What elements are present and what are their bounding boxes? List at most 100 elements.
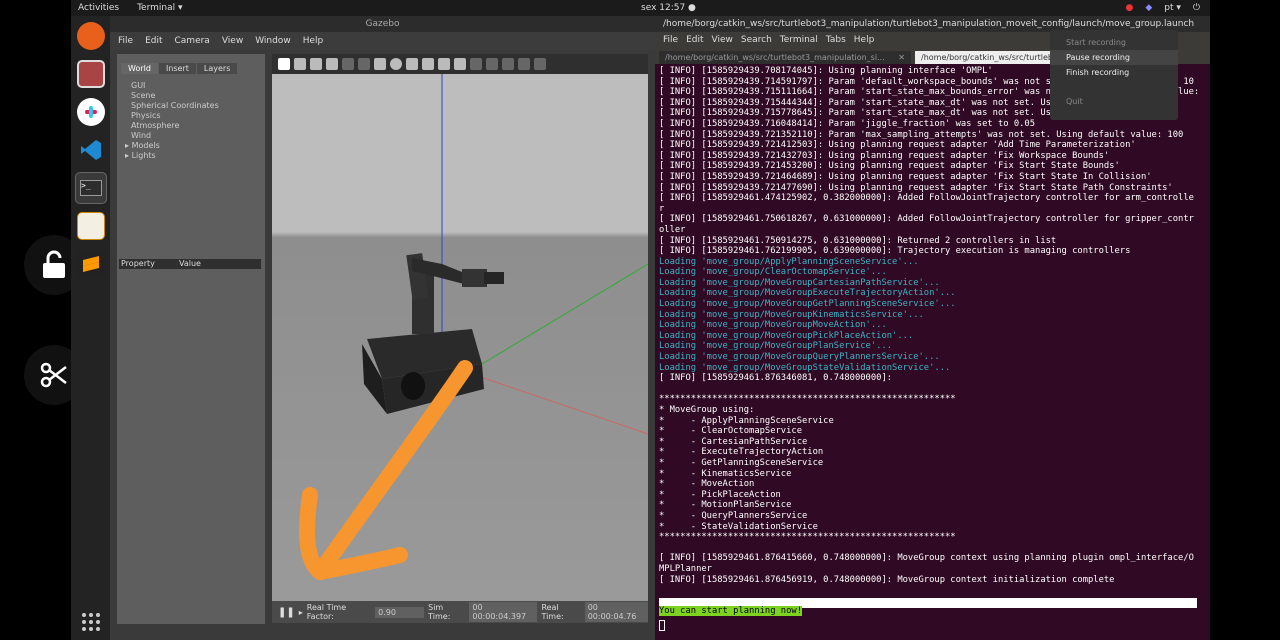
value-column: Value [179,259,201,268]
dock: >_ [71,16,110,640]
close-tab-icon[interactable]: ✕ [898,53,905,62]
term-menu-tabs[interactable]: Tabs [826,35,846,45]
terminal-line: Loading 'move_group/MoveGroupStateValida… [659,362,951,373]
terminal-line: [ INFO] [1585929461.876415660, 0.7480000… [659,553,1194,564]
tab-insert[interactable]: Insert [158,63,196,74]
terminal-line: * - PickPlaceAction [659,489,781,500]
sim-time-label: Sim Time: [428,603,451,621]
app-menu[interactable]: Terminal ▾ [137,3,182,13]
tab-layers[interactable]: Layers [196,63,238,74]
term-menu-file[interactable]: File [663,35,678,45]
point-light-icon[interactable] [422,58,434,70]
screenshot-icon[interactable] [534,58,546,70]
copy-icon[interactable] [470,58,482,70]
terminal-line: * - ExecuteTrajectoryAction [659,447,824,458]
sim-time-value: 00 00:00:04.397 [469,602,538,622]
paste-icon[interactable] [486,58,498,70]
terminal-line: * MoveGroup using: [659,405,755,415]
terminal-line: [ INFO] [1585929439.721352110]: Param 'm… [659,129,1184,140]
align-icon[interactable] [502,58,514,70]
tree-item-scene[interactable]: Scene [131,91,265,101]
real-time-value: 00 00:00:04.76 [584,602,648,622]
recording-menu: Start recording Pause recording Finish r… [1050,30,1178,120]
gz-menu-view[interactable]: View [222,36,243,46]
gz-menu-camera[interactable]: Camera [175,36,210,46]
vscode-icon[interactable] [77,136,105,164]
terminal-line: * - CartesianPathService [659,436,808,447]
directional-light-icon[interactable] [454,58,466,70]
text-editor-icon[interactable] [77,212,105,240]
gz-menu-edit[interactable]: Edit [145,36,162,46]
terminal-line: [ INFO] [1585929461.876346081, 0.7480000… [659,373,893,384]
tree-item-lights[interactable]: ▸ Lights [125,151,265,161]
terminal-line: [ INFO] [1585929439.721477690]: Using pl… [659,182,1173,193]
system-top-bar: Activities Terminal ▾ sex 12:57 ● ● ◆ pt… [71,0,1210,16]
sphere-shape-icon[interactable] [390,58,402,70]
rotate-mode-icon[interactable] [310,58,322,70]
activities-button[interactable]: Activities [78,3,119,13]
gz-menu-file[interactable]: File [118,36,133,46]
term-menu-edit[interactable]: Edit [686,35,703,45]
scale-mode-icon[interactable] [326,58,338,70]
box-shape-icon[interactable] [374,58,386,70]
gz-menu-help[interactable]: Help [303,36,324,46]
pause-recording-item[interactable]: Pause recording [1050,50,1178,65]
terminal-line: * - GetPlanningSceneService [659,457,824,468]
redo-icon[interactable] [358,58,370,70]
terminal-line: [ INFO] [1585929439.721412503]: Using pl… [659,140,1136,151]
language-indicator[interactable]: pt ▾ [1164,3,1181,13]
tab-world[interactable]: World [121,63,158,74]
terminal-tab-1[interactable]: /home/borg/catkin_ws/src/turtlebot3_mani… [659,51,911,64]
undo-icon[interactable] [342,58,354,70]
gazebo-title: Gazebo [110,16,655,32]
tree-item-spherical-coordinates[interactable]: Spherical Coordinates [131,101,265,111]
term-menu-help[interactable]: Help [854,35,875,45]
term-menu-terminal[interactable]: Terminal [780,35,818,45]
term-menu-view[interactable]: View [712,35,733,45]
terminal-line: [ INFO] [1585929439.721464689]: Using pl… [659,171,1152,182]
annotation-arrow-icon [299,360,473,580]
finish-recording-item[interactable]: Finish recording [1050,65,1178,80]
terminal-line: Loading 'move_group/ApplyPlanningSceneSe… [659,256,919,267]
snap-icon[interactable] [518,58,530,70]
gazebo-toolbar [272,54,648,74]
cylinder-shape-icon[interactable] [406,58,418,70]
spot-light-icon[interactable] [438,58,450,70]
unlock-icon [43,250,65,278]
terminal-line: * - ApplyPlanningSceneService [659,415,834,426]
property-column: Property [121,259,155,268]
files-icon[interactable] [77,60,105,88]
translate-mode-icon[interactable] [294,58,306,70]
show-apps-icon[interactable] [77,608,105,636]
term-menu-search[interactable]: Search [741,35,772,45]
step-icon[interactable]: ▸ [299,608,303,617]
clock[interactable]: sex 12:57 ● [641,3,696,13]
sublime-icon[interactable] [77,250,105,278]
gz-menu-window[interactable]: Window [255,36,291,46]
terminal-line: [ INFO] [1585929461.762199905, 0.6390000… [659,246,1131,257]
gazebo-menubar: File Edit Camera View Window Help [110,32,655,50]
record-indicator-icon[interactable]: ● [1125,3,1133,13]
system-tray[interactable]: ● ◆ pt ▾ ⏻ [1125,3,1200,13]
tree-item-models[interactable]: ▸ Models [125,141,265,151]
terminal-line: MPLPlanner [659,563,712,574]
terminal-line: [ INFO] [1585929461.750914275, 0.6310000… [659,235,1057,246]
tree-item-gui[interactable]: GUI [131,81,265,91]
start-recording-item[interactable]: Start recording [1050,35,1178,50]
select-mode-icon[interactable] [278,58,290,70]
terminal-output[interactable]: [ INFO] [1585929439.708174045]: Using pl… [659,66,1199,636]
terminal-line: * - KinematicsService [659,468,792,479]
real-time-label: Real Time: [541,603,564,621]
pause-icon[interactable]: ❚❚ [278,607,295,618]
tree-item-physics[interactable]: Physics [131,111,265,121]
quit-item[interactable]: Quit [1050,94,1178,109]
terminal-line: Loading 'move_group/MoveGroupPlanService… [659,341,893,352]
slack-icon[interactable] [77,98,105,126]
tree-item-wind[interactable]: Wind [131,131,265,141]
tree-item-atmosphere[interactable]: Atmosphere [131,121,265,131]
power-icon[interactable]: ⏻ [1193,3,1200,13]
terminal-icon[interactable]: >_ [75,172,107,204]
firefox-icon[interactable] [77,22,105,50]
